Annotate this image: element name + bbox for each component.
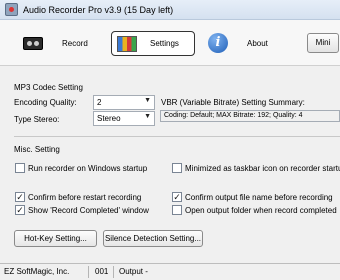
settings-icon bbox=[117, 36, 137, 52]
status-bar: EZ SoftMagic, Inc. 001 Output - bbox=[0, 263, 340, 280]
chevron-down-icon: ▼ bbox=[144, 97, 151, 104]
checkbox-open-output-folder[interactable] bbox=[172, 205, 182, 215]
settings-button[interactable]: Settings bbox=[111, 31, 195, 56]
checkbox-label: Minimized as taskbar icon on recorder st… bbox=[185, 164, 340, 173]
silence-detection-button[interactable]: Silence Detection Setting... bbox=[103, 230, 203, 247]
type-stereo-value: Stereo bbox=[97, 114, 121, 123]
chevron-down-icon: ▼ bbox=[144, 113, 151, 120]
title-bar: Audio Recorder Pro v3.9 (15 Day left) bbox=[0, 0, 340, 20]
type-stereo-label: Type Stereo: bbox=[14, 115, 60, 124]
tape-recorder-icon bbox=[23, 37, 43, 50]
type-stereo-select[interactable]: Stereo ▼ bbox=[93, 111, 155, 126]
record-label: Record bbox=[62, 39, 88, 48]
encoding-quality-label: Encoding Quality: bbox=[14, 98, 77, 107]
about-label: About bbox=[247, 39, 268, 48]
encoding-quality-value: 2 bbox=[97, 98, 102, 107]
toolbar: Record Settings i About Mini bbox=[0, 20, 340, 66]
status-company: EZ SoftMagic, Inc. bbox=[4, 267, 70, 276]
settings-label: Settings bbox=[150, 39, 179, 48]
about-button[interactable]: i About bbox=[204, 31, 284, 56]
record-button[interactable]: Record bbox=[14, 31, 98, 56]
checkbox-label: Confirm before restart recording bbox=[28, 193, 142, 202]
status-separator bbox=[113, 266, 114, 278]
mp3-group-label: MP3 Codec Setting bbox=[14, 83, 83, 92]
info-icon: i bbox=[208, 33, 228, 53]
hotkey-setting-button[interactable]: Hot-Key Setting... bbox=[14, 230, 97, 247]
checkbox-label: Open output folder when record completed bbox=[185, 206, 337, 215]
checkbox-confirm-restart[interactable]: ✓ bbox=[15, 192, 25, 202]
app-icon bbox=[5, 3, 18, 16]
checkbox-run-on-startup[interactable] bbox=[15, 163, 25, 173]
checkbox-confirm-filename[interactable]: ✓ bbox=[172, 192, 182, 202]
status-separator bbox=[88, 266, 89, 278]
encoding-quality-select[interactable]: 2 ▼ bbox=[93, 95, 155, 110]
checkbox-label: Run recorder on Windows startup bbox=[28, 164, 148, 173]
mini-button[interactable]: Mini bbox=[307, 33, 339, 53]
vbr-summary-label: VBR (Variable Bitrate) Setting Summary: bbox=[161, 98, 305, 107]
window-title: Audio Recorder Pro v3.9 (15 Day left) bbox=[23, 5, 174, 15]
misc-group-label: Misc. Setting bbox=[14, 145, 60, 154]
checkbox-show-record-completed[interactable]: ✓ bbox=[15, 205, 25, 215]
vbr-summary-box: Coding: Default; MAX Bitrate: 192; Quali… bbox=[160, 110, 340, 122]
checkbox-minimized-taskbar[interactable] bbox=[172, 163, 182, 173]
checkbox-label: Confirm output file name before recordin… bbox=[185, 193, 333, 202]
checkbox-label: Show 'Record Completed' window bbox=[28, 206, 149, 215]
divider bbox=[14, 136, 340, 137]
status-code: 001 bbox=[95, 267, 109, 276]
status-output: Output - bbox=[119, 267, 148, 276]
